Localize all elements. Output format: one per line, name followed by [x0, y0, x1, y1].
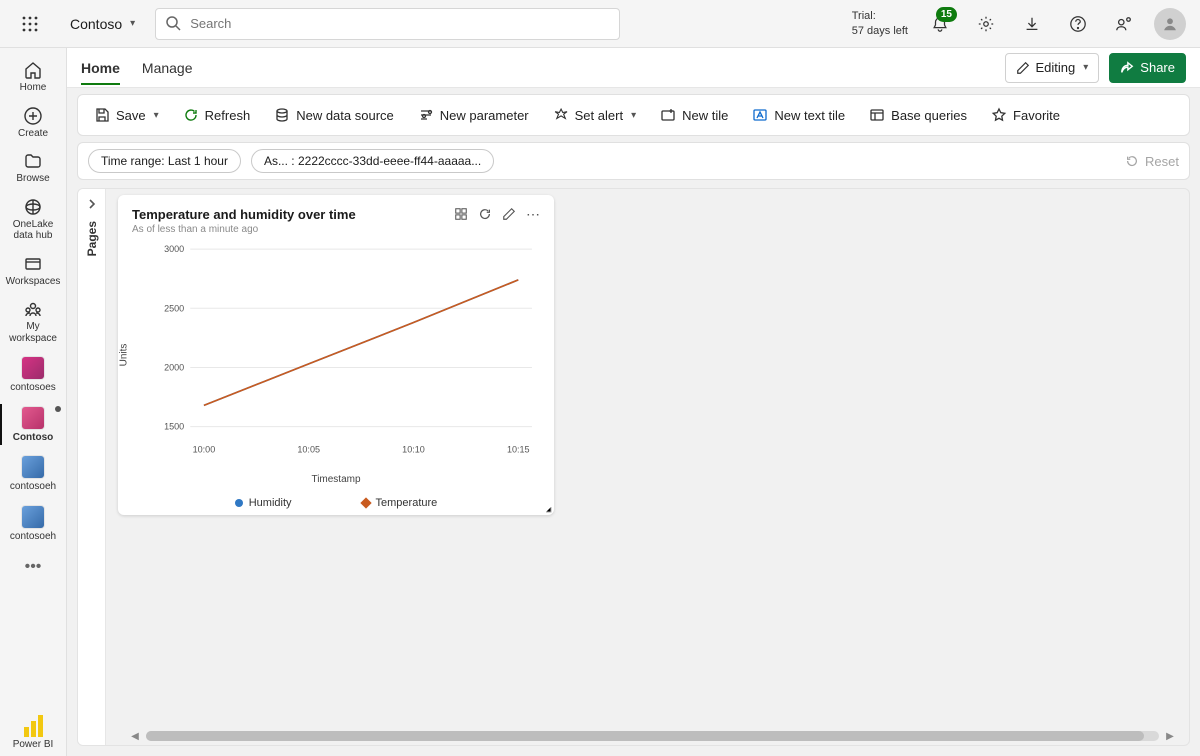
expand-pages-icon[interactable]	[83, 195, 101, 213]
page-tabs: Home Manage Editing ▾ Share	[67, 48, 1200, 88]
nav-ws-contosoeh-2[interactable]: contosoeh	[0, 499, 67, 549]
scrollbar-thumb[interactable]	[146, 731, 1144, 741]
tile-more-icon[interactable]: ⋯	[526, 207, 540, 221]
new-tile-button[interactable]: New tile	[650, 99, 738, 131]
svg-text:2500: 2500	[164, 303, 184, 313]
svg-text:1500: 1500	[164, 422, 184, 432]
reset-filters-button[interactable]: Reset	[1125, 154, 1179, 169]
workspace-icon	[21, 356, 45, 380]
x-axis-label: Timestamp	[118, 474, 554, 485]
global-search	[155, 8, 620, 40]
svg-text:10:15: 10:15	[507, 445, 530, 455]
workspace-icon	[21, 455, 45, 479]
chart-tile[interactable]: Temperature and humidity over time As of…	[118, 195, 554, 515]
notifications-button[interactable]: 15	[920, 4, 960, 44]
powerbi-icon	[21, 713, 45, 737]
nav-ws-contosoes[interactable]: contosoes	[0, 350, 67, 400]
nav-workspaces[interactable]: Workspaces	[0, 248, 67, 294]
scroll-left-icon[interactable]: ◀	[128, 729, 142, 743]
favorite-button[interactable]: Favorite	[981, 99, 1070, 131]
chart-legend: Humidity Temperature	[118, 497, 554, 509]
main-area: Home Manage Editing ▾ Share Save ▾ Refre…	[67, 48, 1200, 756]
set-alert-button[interactable]: Set alert ▾	[543, 99, 646, 131]
svg-text:10:05: 10:05	[297, 445, 320, 455]
tab-home[interactable]: Home	[81, 52, 120, 84]
account-button[interactable]	[1150, 4, 1190, 44]
save-button[interactable]: Save ▾	[84, 99, 169, 131]
tab-manage[interactable]: Manage	[142, 52, 193, 84]
nav-ws-contoso[interactable]: Contoso	[0, 400, 67, 450]
chevron-down-icon: ▾	[631, 110, 636, 121]
horizontal-scrollbar[interactable]	[146, 731, 1159, 741]
new-text-tile-button[interactable]: New text tile	[742, 99, 855, 131]
tenant-name: Contoso	[70, 16, 122, 32]
tile-resize-handle[interactable]	[542, 503, 552, 513]
header-actions: 15	[920, 4, 1190, 44]
share-button[interactable]: Share	[1109, 53, 1186, 83]
new-parameter-button[interactable]: New parameter	[408, 99, 539, 131]
feedback-button[interactable]	[1104, 4, 1144, 44]
workspace-icon	[21, 406, 45, 430]
nav-my-workspace[interactable]: My workspace	[0, 293, 67, 350]
canvas-wrap: Pages Temperature and humidity over time…	[77, 188, 1190, 746]
chevron-down-icon: ▾	[1083, 62, 1088, 73]
base-queries-button[interactable]: Base queries	[859, 99, 977, 131]
asset-filter-pill[interactable]: As... : 2222cccc-33dd-eeee-ff44-aaaaa...	[251, 149, 494, 173]
editing-mode-button[interactable]: Editing ▾	[1005, 53, 1100, 83]
download-button[interactable]	[1012, 4, 1052, 44]
tile-edit-icon[interactable]	[502, 207, 516, 221]
chevron-down-icon: ▾	[154, 110, 159, 121]
diamond-marker-icon	[360, 497, 371, 508]
nav-more[interactable]: •••	[25, 548, 42, 586]
time-range-pill[interactable]: Time range: Last 1 hour	[88, 149, 241, 173]
scroll-right-icon[interactable]: ▶	[1163, 729, 1177, 743]
nav-create[interactable]: Create	[0, 100, 67, 146]
help-button[interactable]	[1058, 4, 1098, 44]
new-data-source-button[interactable]: New data source	[264, 99, 404, 131]
tile-title: Temperature and humidity over time	[132, 207, 356, 222]
nav-onelake[interactable]: OneLake data hub	[0, 191, 67, 248]
tile-explore-icon[interactable]	[454, 207, 468, 221]
svg-text:2000: 2000	[164, 362, 184, 372]
search-input[interactable]	[155, 8, 620, 40]
dashboard-canvas[interactable]: Temperature and humidity over time As of…	[106, 189, 1189, 745]
nav-home[interactable]: Home	[0, 54, 67, 100]
chart-plot: 1500 2000 2500 3000 10:00 10:05 10:10 10:15	[140, 243, 542, 467]
legend-temperature: Temperature	[362, 497, 438, 509]
nav-browse[interactable]: Browse	[0, 145, 67, 191]
tile-refresh-icon[interactable]	[478, 207, 492, 221]
search-icon	[165, 15, 181, 31]
svg-text:10:10: 10:10	[402, 445, 425, 455]
refresh-button[interactable]: Refresh	[173, 99, 261, 131]
tile-header: Temperature and humidity over time As of…	[132, 207, 540, 235]
svg-text:3000: 3000	[164, 244, 184, 254]
nav-powerbi[interactable]: Power BI	[0, 707, 67, 756]
nav-rail: Home Create Browse OneLake data hub Work…	[0, 48, 67, 756]
settings-button[interactable]	[966, 4, 1006, 44]
active-dot-icon	[55, 406, 61, 412]
filter-bar: Time range: Last 1 hour As... : 2222cccc…	[77, 142, 1190, 180]
circle-marker-icon	[235, 499, 243, 507]
avatar-icon	[1154, 8, 1186, 40]
tile-subtitle: As of less than a minute ago	[132, 224, 356, 235]
tenant-switcher[interactable]: Contoso ▾	[62, 16, 143, 32]
y-axis-label: Units	[119, 344, 130, 367]
workspace-icon	[21, 505, 45, 529]
nav-ws-contosoeh-1[interactable]: contosoeh	[0, 449, 67, 499]
global-header: Contoso ▾ Trial: 57 days left 15	[0, 0, 1200, 48]
legend-humidity: Humidity	[235, 497, 292, 509]
svg-text:10:00: 10:00	[193, 445, 216, 455]
app-launcher-icon[interactable]	[10, 4, 50, 44]
pages-pane: Pages	[78, 189, 106, 745]
trial-status: Trial: 57 days left	[852, 9, 908, 38]
notification-badge: 15	[936, 7, 957, 22]
command-toolbar: Save ▾ Refresh New data source New param…	[77, 94, 1190, 136]
pages-label[interactable]: Pages	[85, 221, 99, 256]
chevron-down-icon: ▾	[130, 18, 135, 29]
